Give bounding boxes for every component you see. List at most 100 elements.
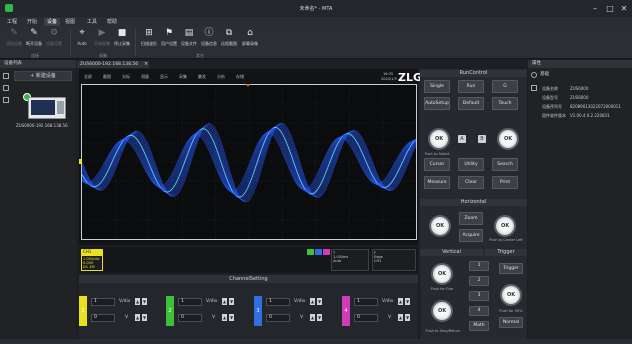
select-knob[interactable]: OK xyxy=(428,128,450,150)
select-knob-right[interactable]: OK xyxy=(497,128,519,150)
offset-up-button[interactable]: ▲ xyxy=(398,314,403,321)
ch1-button[interactable]: 1 xyxy=(469,261,489,271)
scale-up-button[interactable]: ▲ xyxy=(135,298,140,305)
device-settings-button[interactable]: ⚙ 设备设置 xyxy=(45,28,63,52)
ch1-info-box[interactable]: 1.00V/div 0.00V DC 1M xyxy=(81,255,103,271)
maximize-button[interactable]: □ xyxy=(603,3,617,14)
scope-menu-display[interactable]: 显示 xyxy=(160,73,168,80)
horizontal-scale-knob[interactable]: OK xyxy=(429,215,451,237)
channel1-marker[interactable] xyxy=(79,159,82,164)
horizontal-position-knob[interactable]: OK xyxy=(494,215,516,237)
disconnect-device-button[interactable]: ✎ 断开设备 xyxy=(25,28,43,52)
vertical-position-knob[interactable]: OK xyxy=(431,300,453,322)
scan-waveform-button[interactable]: ⊞ 扫描波形 xyxy=(140,28,158,52)
menu-device[interactable]: 设备 xyxy=(44,18,60,26)
scope-menu-screenshot[interactable]: 截图 xyxy=(103,73,111,80)
add-device-button[interactable]: ✎ 添加设备 xyxy=(5,28,23,52)
g-button[interactable]: G xyxy=(492,80,518,93)
offset-up-button[interactable]: ▲ xyxy=(310,314,315,321)
doc-icon[interactable] xyxy=(3,97,9,103)
ch2-button[interactable]: 2 xyxy=(469,276,489,286)
ch4-button[interactable]: 4 xyxy=(469,306,489,316)
scale-input[interactable]: 1 xyxy=(178,298,202,306)
offset-input[interactable]: 0 xyxy=(178,314,202,322)
math-button[interactable]: Math xyxy=(469,321,489,331)
offset-up-button[interactable]: ▲ xyxy=(222,314,227,321)
close-button[interactable]: ✕ xyxy=(617,3,631,14)
scope-menu-measure[interactable]: 测量 xyxy=(141,73,149,80)
autosetup-button[interactable]: AutoSetup xyxy=(424,97,450,110)
scale-down-button[interactable]: ▼ xyxy=(229,298,234,305)
scope-menu-analyze[interactable]: 分析 xyxy=(217,73,225,80)
scale-input[interactable]: 1 xyxy=(266,298,290,306)
device-info-button[interactable]: ⓘ 设备信息 xyxy=(200,28,218,52)
device-tab[interactable]: ZUS6000-192.168.138.56 xyxy=(77,61,149,68)
offset-down-button[interactable]: ▼ xyxy=(142,314,147,321)
ch3-toggle[interactable] xyxy=(315,249,322,255)
touch-button[interactable]: Touch xyxy=(492,97,518,110)
run-button[interactable]: Run xyxy=(458,80,484,93)
settings-icon[interactable] xyxy=(531,72,537,78)
scope-menu-acquire[interactable]: 采集 xyxy=(179,73,187,80)
timebase-box[interactable]: T 1.000ms Auto xyxy=(331,249,369,271)
device-files-button[interactable]: ▤ 设备文件 xyxy=(180,28,198,52)
scale-up-button[interactable]: ▲ xyxy=(222,298,227,305)
offset-down-button[interactable]: ▼ xyxy=(405,314,410,321)
scale-down-button[interactable]: ▼ xyxy=(142,298,147,305)
new-device-button[interactable]: + 新建设备 xyxy=(14,71,72,81)
scope-menu-trigger[interactable]: 触发 xyxy=(198,73,206,80)
user-settings-button[interactable]: ⚑ 用户设置 xyxy=(160,28,178,52)
b-button[interactable]: B xyxy=(478,135,486,143)
search-button[interactable]: Search xyxy=(492,158,518,171)
ch2-toggle[interactable] xyxy=(307,249,314,255)
offset-input[interactable]: 0 xyxy=(354,314,378,322)
utility-button[interactable]: Utility xyxy=(458,158,484,171)
device-label[interactable]: ZUS6000-192.168.138.56 xyxy=(16,123,78,128)
list-view-icon[interactable] xyxy=(531,85,537,91)
menu-help[interactable]: 帮助 xyxy=(106,18,118,26)
scope-menu-fullscreen[interactable]: 全屏 xyxy=(84,73,92,80)
offset-down-button[interactable]: ▼ xyxy=(317,314,322,321)
trigger-position-marker[interactable] xyxy=(246,84,250,87)
oscilloscope-thumbnail[interactable] xyxy=(28,97,66,119)
menu-start[interactable]: 开始 xyxy=(26,18,38,26)
screen-record-button[interactable]: ⌂ 屏幕录像 xyxy=(241,28,259,52)
offset-down-button[interactable]: ▼ xyxy=(229,314,234,321)
acquire-button[interactable]: Acquire xyxy=(459,229,483,242)
tab-close-icon[interactable]: × xyxy=(144,61,148,67)
measure-button[interactable]: Measure xyxy=(424,176,450,189)
auto-button[interactable]: ⌖ Auto xyxy=(73,28,91,52)
channel-color-bar[interactable]: 1 xyxy=(79,296,87,326)
normal-button[interactable]: Normal xyxy=(499,317,523,328)
list-icon[interactable] xyxy=(3,73,9,79)
trigger-button[interactable]: Trigger xyxy=(499,263,523,274)
scale-input[interactable]: 1 xyxy=(354,298,378,306)
folder-icon[interactable] xyxy=(3,85,9,91)
clear-button[interactable]: Clear xyxy=(458,176,484,189)
scope-menu-save[interactable]: 存储 xyxy=(236,73,244,80)
section-basic[interactable]: 基础 xyxy=(540,71,549,77)
single-button[interactable]: Single xyxy=(424,80,450,93)
minimize-button[interactable]: – xyxy=(588,3,602,14)
channel-color-bar[interactable]: 3 xyxy=(254,296,262,326)
scale-down-button[interactable]: ▼ xyxy=(317,298,322,305)
scale-input[interactable]: 1 xyxy=(91,298,115,306)
scale-down-button[interactable]: ▼ xyxy=(405,298,410,305)
trigger-info-box[interactable]: F Edge CH1 xyxy=(372,249,416,271)
remote-screenshot-button[interactable]: ⧉ 远程截图 xyxy=(220,28,238,52)
offset-input[interactable]: 0 xyxy=(266,314,290,322)
print-button[interactable]: Print xyxy=(492,176,518,189)
offset-input[interactable]: 0 xyxy=(91,314,115,322)
stop-acquire-button[interactable]: ■ 停止采集 xyxy=(113,28,131,52)
trigger-level-knob[interactable]: OK xyxy=(500,284,522,306)
scale-up-button[interactable]: ▲ xyxy=(398,298,403,305)
channel-color-bar[interactable]: 2 xyxy=(166,296,174,326)
channel-color-bar[interactable]: 4 xyxy=(342,296,350,326)
offset-up-button[interactable]: ▲ xyxy=(135,314,140,321)
vertical-scale-knob[interactable]: OK xyxy=(431,263,453,285)
start-acquire-button[interactable]: ▶ 开始采集 xyxy=(93,28,111,52)
ch4-toggle[interactable] xyxy=(323,249,330,255)
a-button[interactable]: A xyxy=(458,135,466,143)
ch3-button[interactable]: 3 xyxy=(469,291,489,301)
cursor-button[interactable]: Cursor xyxy=(424,158,450,171)
